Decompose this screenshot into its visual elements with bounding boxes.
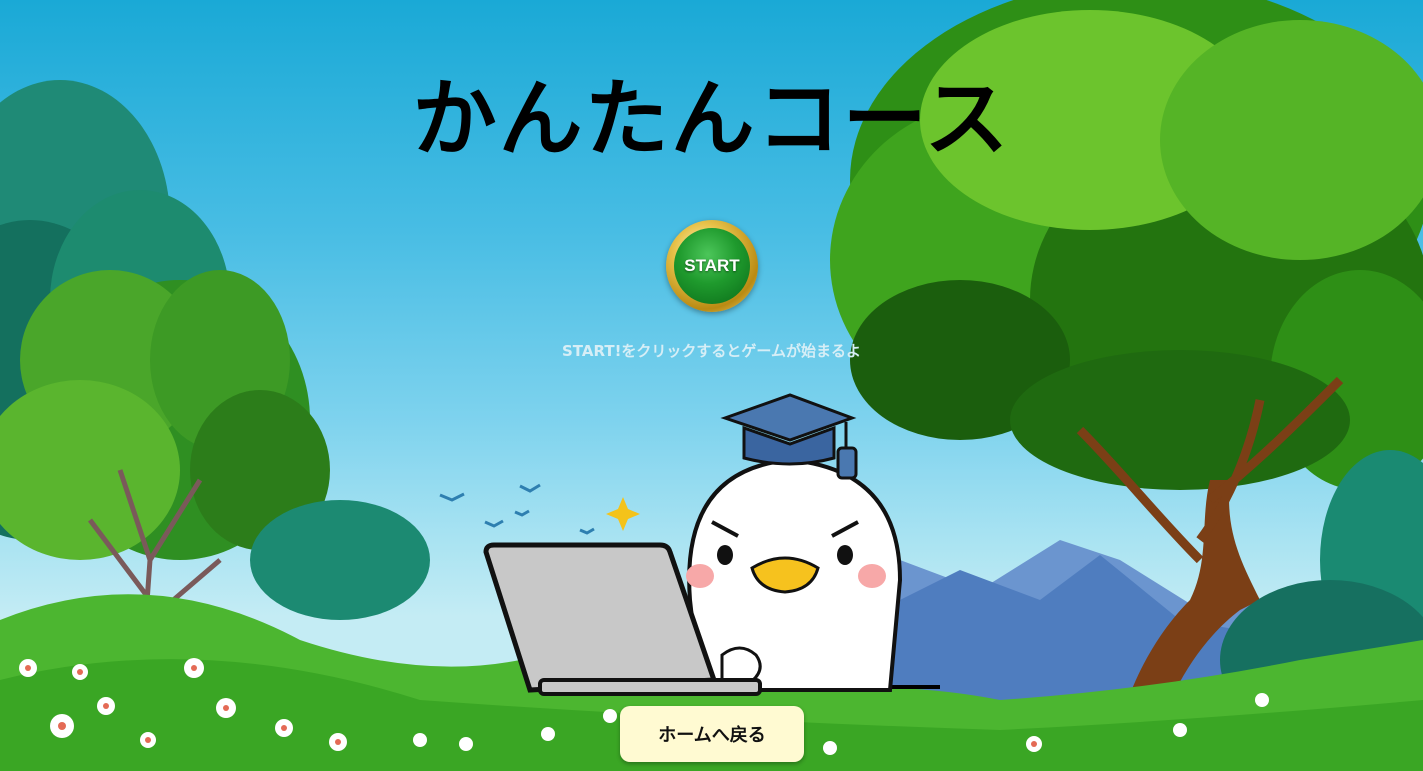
start-hint-text: START!をクリックするとゲームが始まるよ [562,342,861,360]
sparkle-icon [606,497,640,531]
flying-birds [439,483,595,535]
home-button[interactable]: ホームへ戻る [620,706,804,762]
mascot-bird-with-laptop [483,393,940,696]
page-title: かんたんコース [412,70,1011,168]
start-button-label: START [684,256,740,275]
start-button[interactable]: START [666,220,758,312]
start-button-face: START [674,228,750,304]
game-screen: かんたんコース START START!をクリックするとゲームが始まるよ ホーム… [0,0,1423,771]
